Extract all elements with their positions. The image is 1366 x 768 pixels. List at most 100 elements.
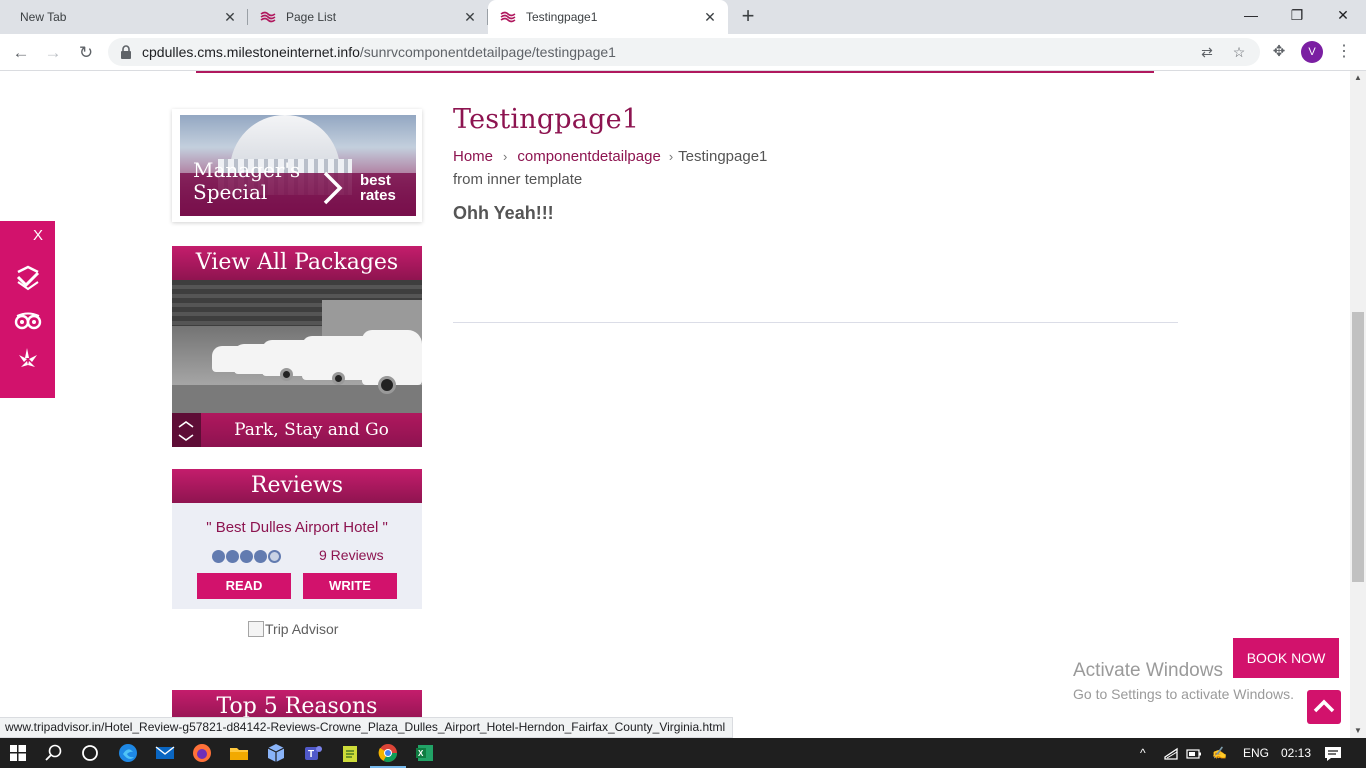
- tab-page-list[interactable]: Page List ✕: [248, 0, 488, 34]
- package-image[interactable]: [172, 280, 422, 413]
- packages-header[interactable]: View All Packages: [172, 246, 422, 280]
- tripadvisor-icon[interactable]: [14, 307, 42, 335]
- review-quote: " Best Dulles Airport Hotel ": [206, 519, 388, 536]
- translate-icon[interactable]: ⇄: [1198, 43, 1216, 61]
- rating-bubble: [268, 550, 281, 563]
- window-close-button[interactable]: ✕: [1320, 0, 1366, 30]
- breadcrumb-parent-link[interactable]: componentdetailpage: [517, 148, 660, 165]
- chevron-right-icon: [323, 171, 343, 205]
- more-menu-icon[interactable]: ⋮: [1336, 41, 1352, 63]
- url-path: /sunrvcomponentdetailpage/testingpage1: [359, 44, 616, 60]
- special-title: Manager's Special: [193, 158, 301, 204]
- firefox-icon[interactable]: [190, 741, 214, 765]
- package-slider-control[interactable]: [172, 413, 201, 447]
- breadcrumb-home-link[interactable]: Home: [453, 148, 493, 165]
- link-status-bubble: www.tripadvisor.in/Hotel_Review-g57821-d…: [0, 717, 734, 738]
- breadcrumb-separator-icon: ›: [503, 149, 508, 164]
- page-scrollbar[interactable]: ▲ ▼: [1350, 71, 1366, 738]
- scroll-to-top-button[interactable]: [1307, 690, 1341, 724]
- rating-bubble: [254, 550, 267, 563]
- best-rates-label: best rates: [360, 172, 396, 204]
- review-count[interactable]: 9 Reviews: [319, 547, 384, 563]
- tab-new-tab[interactable]: New Tab ✕: [8, 0, 248, 34]
- read-reviews-button[interactable]: READ: [197, 573, 291, 599]
- svg-text:T: T: [308, 749, 314, 760]
- package-app-icon[interactable]: [264, 741, 288, 765]
- excel-icon[interactable]: X: [413, 741, 437, 765]
- foursquare-icon[interactable]: [14, 264, 42, 292]
- package-caption-label[interactable]: Park, Stay and Go: [201, 413, 422, 447]
- new-tab-button[interactable]: +: [734, 4, 762, 30]
- site-favicon-icon: [260, 9, 276, 25]
- car-wheel: [332, 372, 345, 385]
- url-host: cpdulles.cms.milestoneinternet.info: [142, 44, 360, 60]
- social-floating-bar: X: [0, 221, 55, 398]
- header-divider: [196, 71, 1154, 73]
- bookmark-star-icon[interactable]: ☆: [1230, 43, 1248, 61]
- page-title: Testingpage1: [453, 104, 640, 135]
- tripadvisor-image-link[interactable]: Trip Advisor: [248, 621, 338, 637]
- input-language[interactable]: ENG: [1243, 738, 1269, 768]
- managers-special-card[interactable]: Manager's Special best rates: [172, 109, 422, 222]
- breadcrumb-current: Testingpage1: [678, 148, 768, 165]
- edge-icon[interactable]: [116, 741, 140, 765]
- rating-bubble: [212, 550, 225, 563]
- show-hidden-icons-icon[interactable]: ^: [1140, 738, 1146, 768]
- write-review-button[interactable]: WRITE: [303, 573, 397, 599]
- yelp-icon[interactable]: [14, 345, 42, 373]
- browser-toolbar: ← → ↻ cpdulles.cms.milestoneinternet.inf…: [0, 34, 1366, 71]
- forward-button[interactable]: →: [40, 40, 66, 66]
- tab-title: Testingpage1: [526, 10, 598, 24]
- profile-avatar[interactable]: V: [1301, 41, 1323, 63]
- close-icon[interactable]: ✕: [462, 9, 478, 25]
- wifi-icon[interactable]: [1163, 738, 1179, 768]
- restore-button[interactable]: ❐: [1274, 0, 1320, 30]
- content-divider: [453, 322, 1178, 323]
- url-text[interactable]: cpdulles.cms.milestoneinternet.info/sunr…: [142, 44, 616, 60]
- task-view-icon[interactable]: [78, 741, 102, 765]
- reload-button[interactable]: ↻: [73, 40, 99, 66]
- broken-image-icon: [248, 621, 264, 637]
- chrome-icon[interactable]: [370, 741, 406, 768]
- scrollbar-thumb[interactable]: [1352, 312, 1364, 582]
- address-bar[interactable]: cpdulles.cms.milestoneinternet.info/sunr…: [108, 38, 1260, 66]
- back-button[interactable]: ←: [8, 40, 34, 66]
- tab-strip: New Tab ✕ Page List ✕ Testingpage1 ✕ + —…: [0, 0, 1366, 34]
- tab-testingpage1[interactable]: Testingpage1 ✕: [488, 0, 728, 34]
- social-bar-close-button[interactable]: X: [33, 227, 43, 244]
- page-viewport: Manager's Special best rates View All Pa…: [0, 71, 1350, 738]
- reviews-panel: " Best Dulles Airport Hotel " 9 Reviews …: [172, 503, 422, 609]
- package-caption[interactable]: Park, Stay and Go: [172, 413, 422, 447]
- rating-bubbles: [212, 550, 281, 563]
- teams-icon[interactable]: T: [301, 741, 325, 765]
- notepad-icon[interactable]: [338, 741, 362, 765]
- managers-special-banner[interactable]: Manager's Special best rates: [180, 115, 416, 216]
- pen-workspace-icon[interactable]: ✍: [1212, 738, 1227, 768]
- svg-text:X: X: [418, 749, 424, 758]
- windows-start-icon[interactable]: [6, 741, 30, 765]
- extensions-puzzle-icon[interactable]: ✥: [1269, 42, 1289, 62]
- minimize-button[interactable]: —: [1228, 0, 1274, 30]
- windows-taskbar: T X ^ ✍ ENG 02:13: [0, 738, 1366, 768]
- tab-title: Page List: [286, 10, 337, 24]
- scroll-up-arrow-icon[interactable]: ▲: [1350, 71, 1366, 85]
- scroll-down-arrow-icon[interactable]: ▼: [1350, 724, 1366, 738]
- chevron-up-icon: [1313, 699, 1335, 713]
- file-explorer-icon[interactable]: [227, 741, 251, 765]
- car-wheel: [378, 376, 396, 394]
- content-heading: Ohh Yeah!!!: [453, 203, 554, 223]
- breadcrumb-separator-icon: ›: [668, 149, 674, 164]
- template-note: from inner template: [453, 171, 583, 188]
- rating-bubble: [240, 550, 253, 563]
- search-icon[interactable]: [42, 741, 66, 765]
- book-now-button[interactable]: BOOK NOW: [1233, 638, 1339, 678]
- lock-icon[interactable]: [120, 45, 132, 64]
- battery-icon[interactable]: [1186, 738, 1202, 768]
- mail-icon[interactable]: [153, 741, 177, 765]
- site-favicon-icon: [500, 9, 516, 25]
- clock[interactable]: 02:13: [1281, 738, 1311, 768]
- close-icon[interactable]: ✕: [702, 9, 718, 25]
- close-icon[interactable]: ✕: [222, 9, 238, 25]
- car-wheel: [280, 368, 293, 381]
- notifications-icon[interactable]: [1324, 738, 1342, 768]
